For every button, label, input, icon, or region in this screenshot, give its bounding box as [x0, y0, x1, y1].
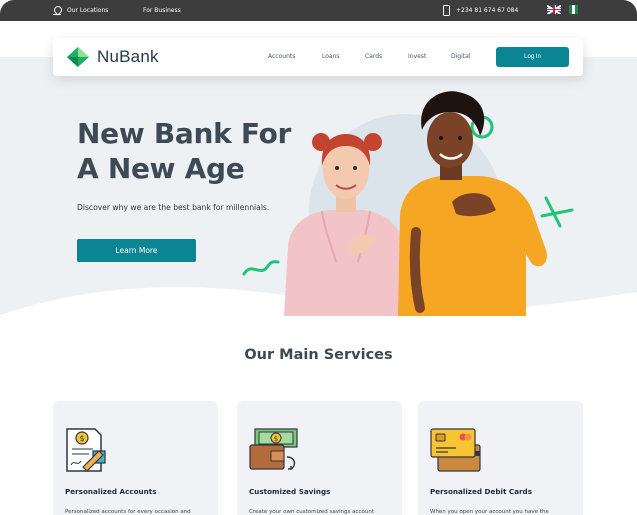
- hero-people-image: [242, 91, 574, 316]
- svg-text:$: $: [80, 434, 85, 443]
- service-card-debit-cards[interactable]: Personalized Debit Cards When you open y…: [418, 401, 583, 515]
- service-card-title: Personalized Debit Cards: [430, 487, 532, 496]
- nav-link-digital[interactable]: Digital: [451, 53, 470, 60]
- decor-plus-icon: [540, 196, 574, 228]
- phone-contact[interactable]: +234 81 674 67 084: [443, 0, 518, 21]
- business-label: For Business: [143, 7, 181, 14]
- service-card-desc: Create your own customized savings accou…: [249, 509, 375, 515]
- locations-link[interactable]: Our Locations: [53, 0, 108, 21]
- business-link[interactable]: For Business: [143, 0, 181, 21]
- decor-squiggle-icon: [242, 260, 280, 276]
- nigeria-flag-icon[interactable]: [569, 5, 578, 14]
- brand-name: NuBank: [97, 47, 159, 66]
- brand-logo[interactable]: NuBank: [66, 46, 159, 68]
- wallet-cash-icon: $: [249, 428, 298, 470]
- document-coin-icon: $: [66, 428, 106, 472]
- service-card-title: Personalized Accounts: [65, 487, 157, 496]
- page-frame: Our Locations For Business +234 81 674 6…: [0, 0, 637, 515]
- service-card-desc: When you open your account you have the: [430, 509, 549, 515]
- learn-more-button[interactable]: Learn More: [77, 239, 196, 262]
- locations-label: Our Locations: [67, 7, 109, 14]
- phone-number: +234 81 674 67 084: [456, 7, 519, 14]
- nav-link-loans[interactable]: Loans: [322, 53, 340, 60]
- login-button[interactable]: Log In: [496, 47, 569, 67]
- location-pin-icon: [53, 6, 61, 16]
- phone-icon: [443, 5, 450, 16]
- nubank-logo-icon: [67, 47, 89, 67]
- service-card-accounts[interactable]: $ Personalized Accounts Personalized acc…: [53, 401, 218, 515]
- service-card-desc: Personalized accounts for every occasion…: [65, 509, 191, 515]
- nav-link-invest[interactable]: Invest: [408, 53, 426, 60]
- service-card-savings[interactable]: $ Customized Savings Create your own cus…: [237, 401, 402, 515]
- services-title: Our Main Services: [244, 347, 393, 363]
- main-navbar: NuBank Accounts Loans Cards Invest Digit…: [53, 38, 583, 76]
- service-card-title: Customized Savings: [249, 487, 331, 496]
- nav-link-accounts[interactable]: Accounts: [268, 53, 295, 60]
- top-bar: Our Locations For Business +234 81 674 6…: [0, 0, 637, 21]
- uk-flag-icon[interactable]: [547, 5, 561, 14]
- credit-cards-icon: [430, 428, 481, 472]
- svg-text:$: $: [274, 435, 278, 443]
- nav-link-cards[interactable]: Cards: [365, 53, 382, 60]
